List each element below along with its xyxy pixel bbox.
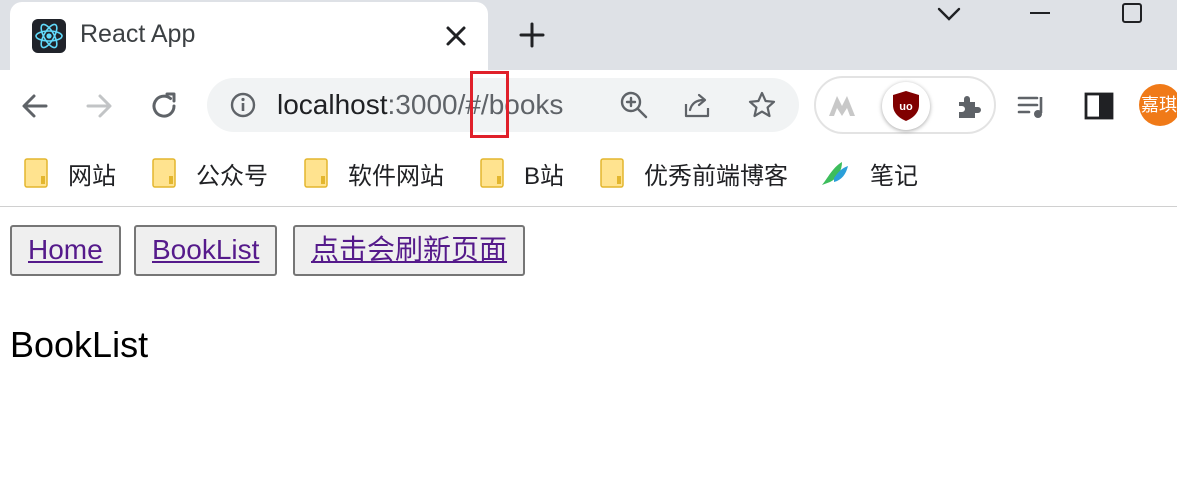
ublock-shield-icon: uo (893, 91, 919, 121)
refresh-page-link[interactable]: 点击会刷新页面 (293, 225, 526, 276)
maximize-icon[interactable] (1114, 0, 1150, 30)
folder-icon (480, 158, 504, 188)
bookmark-label: 笔记 (870, 162, 918, 190)
bookmark-label: 公众号 (196, 162, 268, 190)
react-logo-icon (32, 19, 66, 53)
route-content-text: BookList (10, 324, 149, 365)
close-tab-icon[interactable] (443, 23, 469, 49)
bookmark-link[interactable]: 笔记 (820, 156, 918, 190)
svg-text:uo: uo (899, 101, 913, 113)
browser-tab[interactable]: React App (10, 2, 488, 70)
booklist-link[interactable]: BookList (134, 225, 278, 276)
bookmarks-bar: 网站 公众号 软件网站 B站 优秀前端博客 笔记 (0, 140, 1177, 207)
url-host: localhost (277, 89, 388, 120)
folder-icon (24, 158, 48, 188)
bookmark-label: 软件网站 (348, 162, 444, 190)
extensions-group: uo (814, 76, 996, 134)
new-tab-icon[interactable] (518, 21, 546, 49)
folder-icon (600, 158, 624, 188)
reload-icon[interactable] (147, 89, 181, 123)
media-queue-icon[interactable] (1015, 89, 1049, 123)
hash-highlight-box (470, 71, 509, 138)
bookmark-label: B站 (524, 162, 565, 190)
bookmark-folder[interactable]: 软件网站 (304, 156, 444, 190)
tab-title: React App (80, 20, 196, 48)
profile-avatar[interactable]: 嘉琪 (1139, 84, 1177, 126)
folder-icon (304, 158, 328, 188)
page-content: Home BookList 点击会刷新页面 BookList (0, 207, 1177, 478)
bookmark-folder[interactable]: 优秀前端博客 (600, 156, 788, 190)
home-link[interactable]: Home (10, 225, 121, 276)
bird-icon (822, 162, 848, 185)
bookmark-label: 网站 (68, 162, 116, 190)
back-arrow-icon[interactable] (18, 89, 52, 123)
bookmark-label: 优秀前端博客 (644, 162, 788, 190)
bookmark-folder[interactable]: B站 (480, 156, 564, 190)
zoom-icon[interactable] (619, 90, 649, 120)
bookmark-folder[interactable]: 公众号 (152, 156, 268, 190)
side-panel-icon[interactable] (1082, 89, 1116, 123)
forward-arrow-icon[interactable] (82, 89, 116, 123)
extension-m-icon[interactable] (826, 90, 858, 122)
bookmark-folder[interactable]: 网站 (24, 156, 116, 190)
tab-search-chevron-icon[interactable] (931, 0, 967, 30)
share-icon[interactable] (682, 90, 712, 120)
bookmark-star-icon[interactable] (747, 90, 777, 120)
browser-toolbar: localhost:3000/#/books uo 嘉琪 (0, 70, 1177, 140)
ublock-button[interactable]: uo (882, 82, 930, 130)
tab-strip: React App (0, 0, 1177, 70)
folder-icon (152, 158, 176, 188)
minimize-icon[interactable] (1022, 0, 1058, 30)
puzzle-extensions-icon[interactable] (954, 90, 986, 122)
site-info-icon[interactable] (229, 91, 257, 119)
url-text[interactable]: localhost:3000/#/books (277, 89, 563, 121)
